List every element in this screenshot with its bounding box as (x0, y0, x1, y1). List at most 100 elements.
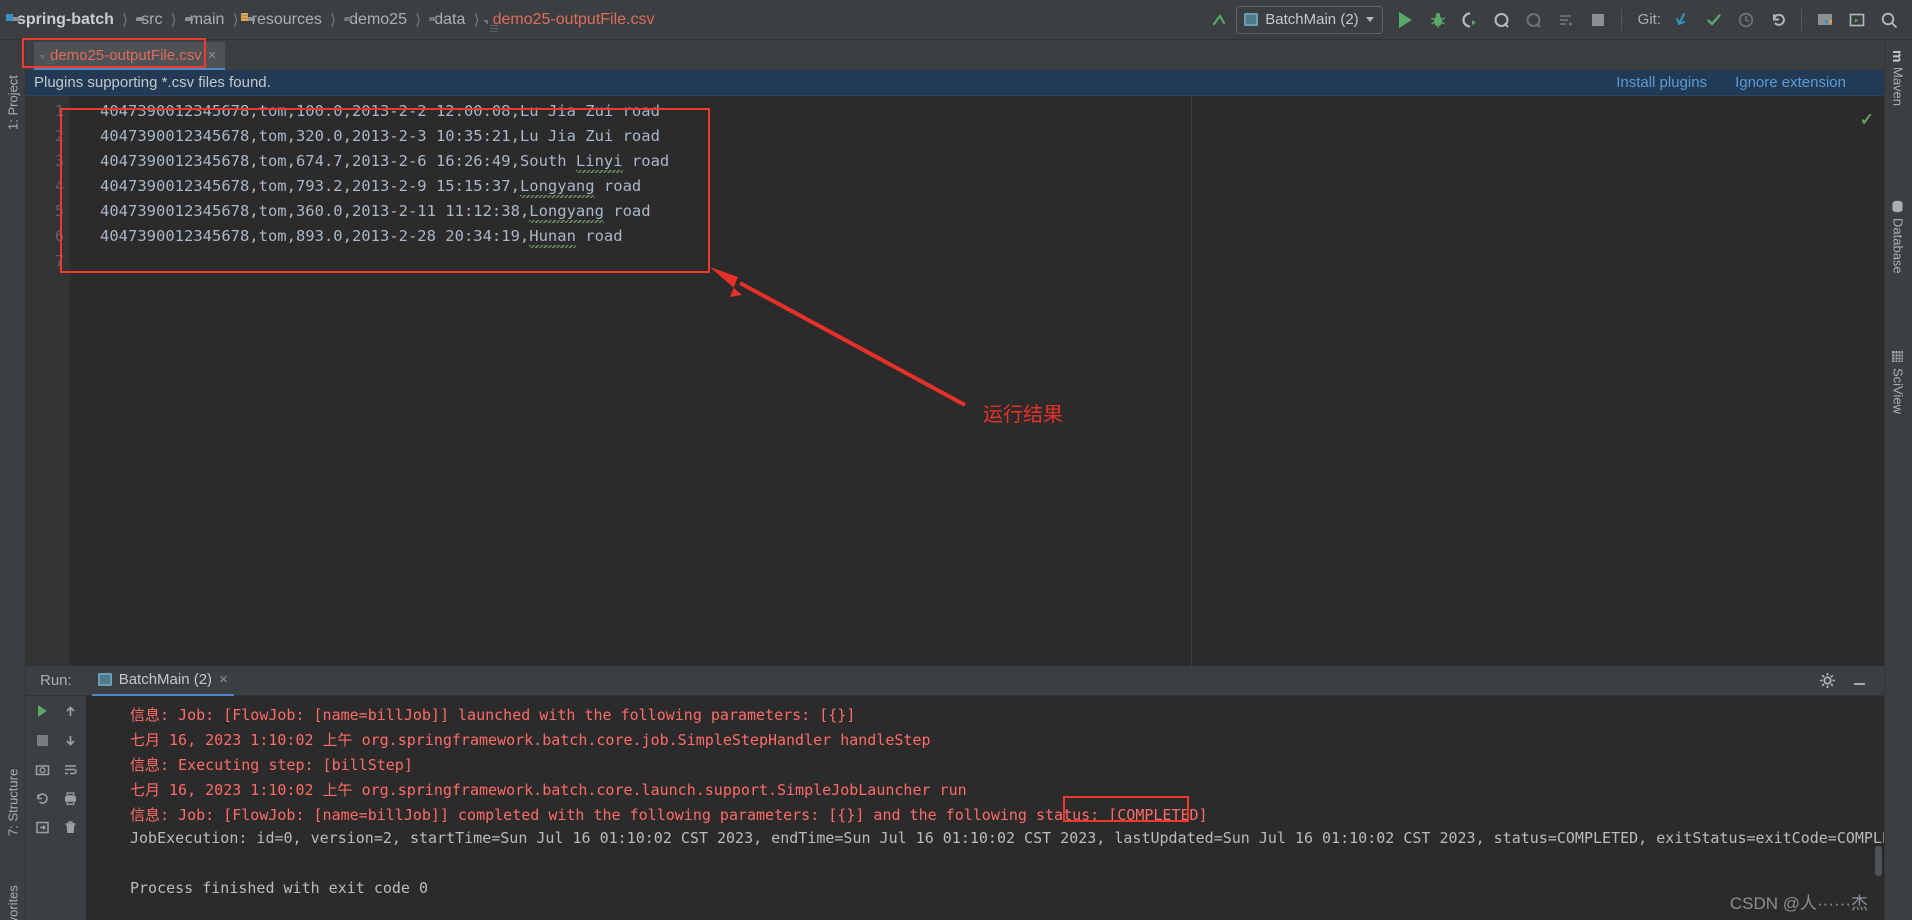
sidebar-item-label: Database (1890, 218, 1906, 274)
side-toolbar-row (31, 700, 81, 722)
bug-icon (1430, 12, 1445, 28)
side-toolbar-row (31, 787, 81, 809)
breadcrumb-label: spring-batch (17, 10, 114, 28)
editor-tab-demo25-outputfile[interactable]: demo25-outputFile.csv × (34, 42, 225, 70)
history-clock-icon (1738, 12, 1754, 27)
git-history-button[interactable] (1731, 5, 1761, 35)
toolbar-actions: BatchMain (2) Git: (1204, 5, 1912, 35)
git-commit-button[interactable] (1699, 5, 1729, 35)
sidebar-item-label: 7: Structure (5, 768, 21, 836)
console-line: 信息: Job: [FlowJob: [name=billJob]] launc… (130, 706, 856, 724)
line-number: 2 (54, 127, 64, 145)
close-icon[interactable]: × (219, 671, 228, 688)
breadcrumb-item-src[interactable]: src (134, 0, 164, 40)
maven-icon: m (1890, 50, 1906, 63)
breadcrumb-item-resources[interactable]: resources (245, 0, 324, 40)
minimize-icon[interactable] (1848, 670, 1870, 692)
breadcrumb-item-data[interactable]: data (427, 0, 467, 40)
code-text: road (575, 227, 623, 245)
attach-profiler-button[interactable] (1519, 5, 1549, 35)
search-icon (1881, 12, 1897, 28)
line-number: 4 (54, 177, 64, 195)
stop-square-icon (36, 734, 48, 746)
editor-tab-label: demo25-outputFile.csv (50, 46, 202, 64)
side-toolbar-row (31, 729, 81, 751)
code-line: 4047390012345678,tom,360.0,2013-2-11 11:… (100, 202, 651, 220)
line-number: 5 (54, 202, 64, 220)
run-panel-title: Run: (40, 672, 72, 689)
breadcrumb-item-file[interactable]: demo25-outputFile.csv (486, 0, 657, 40)
line-number: 6 (54, 227, 64, 245)
print-button[interactable] (59, 787, 81, 809)
code-text: road (603, 202, 651, 220)
sidebar-item-favorites[interactable]: 2: Favorites (0, 852, 26, 920)
screenshot-button[interactable] (31, 758, 53, 780)
sidebar-item-label: SciView (1890, 368, 1906, 415)
scroll-up-button[interactable] (59, 700, 81, 722)
run-tab-label: BatchMain (2) (118, 671, 213, 688)
coverage-icon (1462, 11, 1476, 28)
terminal-icon (1849, 13, 1865, 26)
rerun-failed-icon (36, 792, 48, 804)
sidebar-item-database[interactable]: Database (1884, 200, 1912, 320)
close-icon[interactable]: × (208, 47, 217, 64)
hide-toolbar-button[interactable] (1204, 5, 1234, 35)
export-button[interactable] (31, 816, 53, 838)
profiler-attach-icon (1526, 12, 1541, 28)
rollback-icon (1773, 13, 1785, 26)
ignore-extension-link[interactable]: Ignore extension (1735, 74, 1846, 91)
toolbar-divider (1801, 8, 1802, 31)
git-update-button[interactable] (1667, 5, 1697, 35)
run-anything-button[interactable] (1551, 5, 1581, 35)
project-structure-button[interactable] (1810, 5, 1840, 35)
breadcrumb-item-demo25[interactable]: demo25 (342, 0, 409, 40)
sidebar-item-maven[interactable]: m Maven (1884, 50, 1912, 150)
inspection-ok-icon[interactable]: ✓ (1860, 110, 1874, 130)
stop-button[interactable] (31, 729, 53, 751)
rerun-button[interactable] (31, 700, 53, 722)
terminal-button[interactable] (1842, 5, 1872, 35)
breadcrumb-label: demo25 (349, 10, 407, 28)
breadcrumb-label: data (434, 10, 466, 28)
console-line: 信息: Job: [FlowJob: [name=billJob]] compl… (130, 806, 1208, 824)
profile-button[interactable] (1487, 5, 1517, 35)
clear-all-button[interactable] (59, 816, 81, 838)
rerun-failed-button[interactable] (31, 787, 53, 809)
run-tab-batchmain[interactable]: BatchMain (2) × (91, 666, 234, 696)
banner-message: Plugins supporting *.csv files found. (34, 74, 271, 91)
sidebar-item-sciview[interactable]: SciView (1884, 350, 1912, 460)
gear-icon[interactable] (1816, 670, 1838, 692)
left-tool-strip: 1: Project 7: Structure 2: Favorites (0, 40, 26, 920)
soft-wrap-button[interactable] (59, 758, 81, 780)
install-plugins-link[interactable]: Install plugins (1616, 74, 1707, 91)
git-rollback-button[interactable] (1763, 5, 1793, 35)
editor-gutter[interactable]: 1 2 3 4 5 6 7 (26, 96, 70, 666)
code-editor[interactable]: 1 2 3 4 5 6 7 4047390012345678,tom,100.0… (26, 96, 1884, 666)
scroll-down-button[interactable] (59, 729, 81, 751)
side-toolbar-row (31, 758, 81, 780)
printer-icon (64, 791, 76, 805)
run-button[interactable] (1391, 5, 1421, 35)
sidebar-item-project[interactable]: 1: Project (0, 44, 26, 134)
code-text: 4047390012345678,tom,360.0,2013-2-11 11:… (100, 202, 530, 220)
sidebar-item-label: 1: Project (5, 75, 21, 130)
search-everywhere-button[interactable] (1874, 5, 1904, 35)
chevron-down-icon (1365, 17, 1374, 22)
breadcrumb-item-project[interactable]: spring-batch (10, 0, 116, 40)
console-line: 信息: Executing step: [billStep] (130, 756, 413, 774)
console-output[interactable]: 信息: Job: [FlowJob: [name=billJob]] launc… (86, 696, 1884, 920)
stop-button[interactable] (1583, 5, 1613, 35)
ide-window: spring-batch ⟩ src ⟩ main ⟩ resources ⟩ … (0, 0, 1912, 920)
breadcrumb-item-main[interactable]: main (183, 0, 227, 40)
editor-text-area[interactable]: 4047390012345678,tom,100.0,2013-2-2 12:0… (78, 96, 1884, 666)
main-toolbar: spring-batch ⟩ src ⟩ main ⟩ resources ⟩ … (0, 0, 1912, 40)
console-line: JobExecution: id=0, version=2, startTime… (130, 829, 1884, 847)
play-icon (37, 705, 47, 717)
run-panel-header-actions (1816, 670, 1884, 692)
run-configuration-selector[interactable]: BatchMain (2) (1236, 5, 1383, 34)
debug-button[interactable] (1423, 5, 1453, 35)
run-with-coverage-button[interactable] (1455, 5, 1485, 35)
sidebar-item-structure[interactable]: 7: Structure (0, 740, 26, 840)
side-toolbar-row (31, 816, 81, 838)
console-scrollbar[interactable] (1875, 846, 1882, 876)
